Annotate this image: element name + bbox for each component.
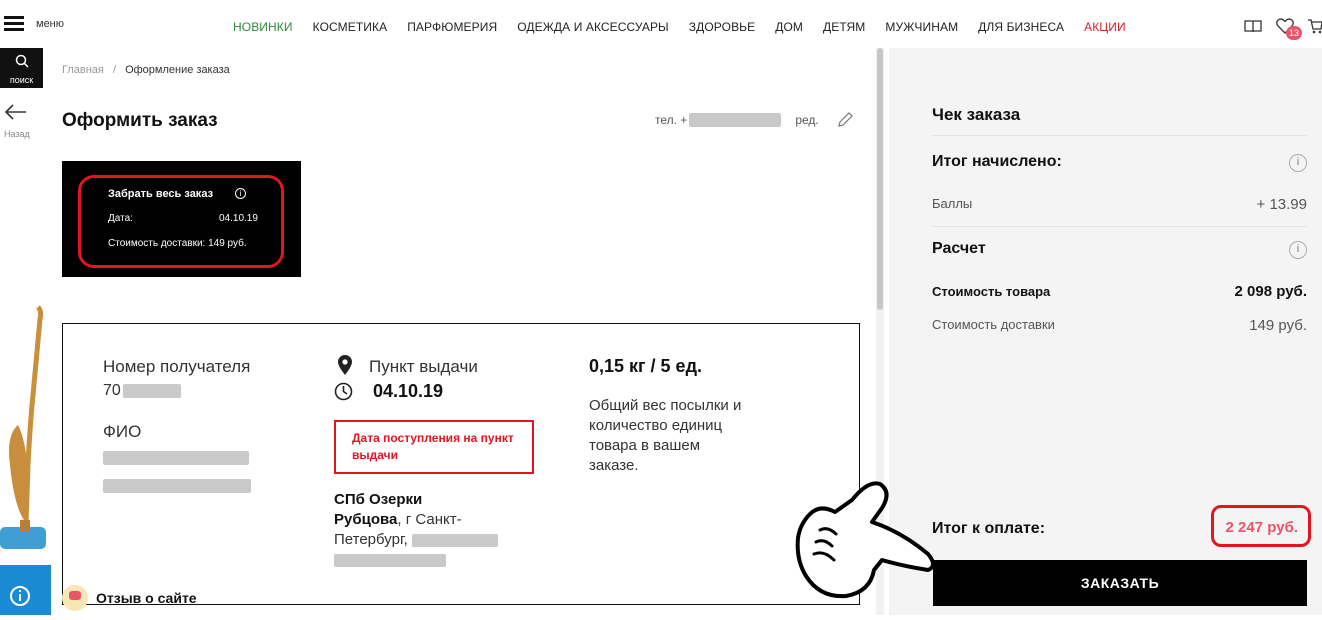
pointing-hand-icon xyxy=(795,481,935,599)
name-redacted-2 xyxy=(103,479,251,493)
wishlist-button[interactable]: 13 xyxy=(1276,18,1302,40)
summary-delivery-cost: Стоимость доставки: 149 руб. xyxy=(108,238,247,249)
divider xyxy=(932,135,1307,136)
name-label: ФИО xyxy=(103,422,142,441)
delivery-cost-label: Стоимость доставки xyxy=(932,317,1055,332)
menu-icon[interactable] xyxy=(4,16,24,32)
order-button[interactable]: ЗАКАЗАТЬ xyxy=(933,560,1307,606)
arrival-note-box: Дата поступления на пункт выдачи xyxy=(334,420,534,474)
total-label: Итог к оплате: xyxy=(932,520,1046,537)
page-title: Оформить заказ xyxy=(62,110,218,131)
summary-title: Забрать весь заказ xyxy=(108,188,214,200)
pickup-summary[interactable]: Забрать весь заказ i Дата: 04.10.19 Стои… xyxy=(62,161,301,277)
accrued-title: Итог начислено: xyxy=(932,153,1062,170)
goods-cost-value: 2 098 руб. xyxy=(1234,283,1307,300)
breadcrumb-current: Оформление заказа xyxy=(125,64,230,76)
nav-item[interactable]: ЗДОРОВЬЕ xyxy=(689,20,755,34)
nav-item[interactable]: МУЖЧИНАМ xyxy=(885,20,958,34)
nav-item[interactable]: КОСМЕТИКА xyxy=(313,20,388,34)
nav-item[interactable]: ОДЕЖДА И АКСЕССУАРЫ xyxy=(517,20,669,34)
clock-icon xyxy=(334,382,353,401)
phone-prefix: тел. + xyxy=(655,113,688,127)
address-redacted xyxy=(411,533,498,547)
search-label: поиск xyxy=(9,75,34,85)
phone-redacted xyxy=(689,113,782,127)
wishlist-count-badge: 13 xyxy=(1286,26,1302,40)
product-vacuum-image xyxy=(0,305,46,549)
nav-item[interactable]: ДЛЯ БИЗНЕСА xyxy=(978,20,1064,34)
info-icon[interactable]: i xyxy=(1289,154,1307,172)
order-details-card: Номер получателя 70 ФИО Пункт выдачи 04.… xyxy=(62,323,860,605)
weight-summary: 0,15 кг / 5 ед. xyxy=(589,356,702,376)
delivery-cost-value: 149 руб. xyxy=(1249,317,1307,334)
info-icon[interactable]: i xyxy=(1289,241,1307,259)
address-city: , г Санкт- xyxy=(397,511,462,528)
address-street: Рубцова xyxy=(334,511,398,528)
nav-item[interactable]: НОВИНКИ xyxy=(233,20,293,34)
back-button[interactable]: Назад xyxy=(4,104,34,139)
search-icon xyxy=(15,54,29,68)
nav-item[interactable]: ДОМ xyxy=(775,20,803,34)
recipient-number-label: Номер получателя xyxy=(103,357,251,376)
recipient-number-prefix: 70 xyxy=(103,382,121,399)
breadcrumb-separator: / xyxy=(112,64,116,76)
divider xyxy=(932,226,1307,227)
cart-icon[interactable] xyxy=(1308,18,1322,34)
phone-field: тел. + ред. xyxy=(655,113,819,127)
breadcrumb: Главная / Оформление заказа xyxy=(62,64,230,76)
chat-bubble-icon xyxy=(62,585,88,611)
address-redacted-2 xyxy=(334,553,446,567)
address-point-name: СПб Озерки xyxy=(334,491,423,508)
pickup-label: Пункт выдачи xyxy=(369,357,478,376)
name-redacted xyxy=(103,451,249,465)
search-button[interactable]: поиск xyxy=(0,48,43,88)
pickup-date: 04.10.19 xyxy=(373,381,444,401)
nav-item[interactable]: АКЦИИ xyxy=(1084,20,1126,34)
recipient-number-value: 70 xyxy=(103,382,181,400)
nav-item[interactable]: ДЕТЯМ xyxy=(823,20,865,34)
scrollbar-thumb[interactable] xyxy=(877,48,883,310)
phone-edit-link[interactable]: ред. xyxy=(795,113,818,127)
goods-cost-label: Стоимость товара xyxy=(932,284,1051,299)
points-value: + 13.99 xyxy=(1256,196,1307,213)
breadcrumb-home[interactable]: Главная xyxy=(62,64,104,76)
info-icon xyxy=(10,586,30,606)
main-nav: НОВИНКИ КОСМЕТИКА ПАРФЮМЕРИЯ ОДЕЖДА И АКСЕС… xyxy=(233,20,1146,34)
map-pin-icon xyxy=(338,355,352,375)
receipt-title: Чек заказа xyxy=(932,105,1021,124)
menu-label[interactable]: меню xyxy=(36,18,64,30)
weight-description: Общий вес посылки и количество единиц то… xyxy=(589,397,742,474)
receipt-panel: Чек заказа Итог начислено: i Баллы + 13.… xyxy=(889,48,1322,615)
pickup-address: СПб Озерки Рубцова, г Санкт- Петербург, xyxy=(334,490,514,570)
info-button[interactable] xyxy=(0,565,51,615)
recipient-number-redacted xyxy=(122,384,181,398)
top-bar: меню НОВИНКИ КОСМЕТИКА ПАРФЮМЕРИЯ ОДЕЖДА И … xyxy=(0,0,1322,48)
summary-date-value: 04.10.19 xyxy=(219,213,258,224)
address-city-2: Петербург, xyxy=(334,531,408,548)
summary-date-label: Дата: xyxy=(108,213,133,224)
calc-title: Расчет xyxy=(932,240,986,257)
feedback-button[interactable]: Отзыв о сайте xyxy=(62,585,197,611)
back-label: Назад xyxy=(4,129,30,139)
book-icon[interactable] xyxy=(1244,19,1262,33)
total-value: 2 247 руб. xyxy=(1211,505,1311,547)
pencil-icon[interactable] xyxy=(837,112,853,128)
points-label: Баллы xyxy=(932,196,973,211)
info-icon[interactable]: i xyxy=(235,188,246,199)
arrow-left-icon xyxy=(4,104,26,120)
feedback-label: Отзыв о сайте xyxy=(96,590,197,606)
header-icons: 13 xyxy=(1244,18,1322,40)
nav-item[interactable]: ПАРФЮМЕРИЯ xyxy=(407,20,497,34)
